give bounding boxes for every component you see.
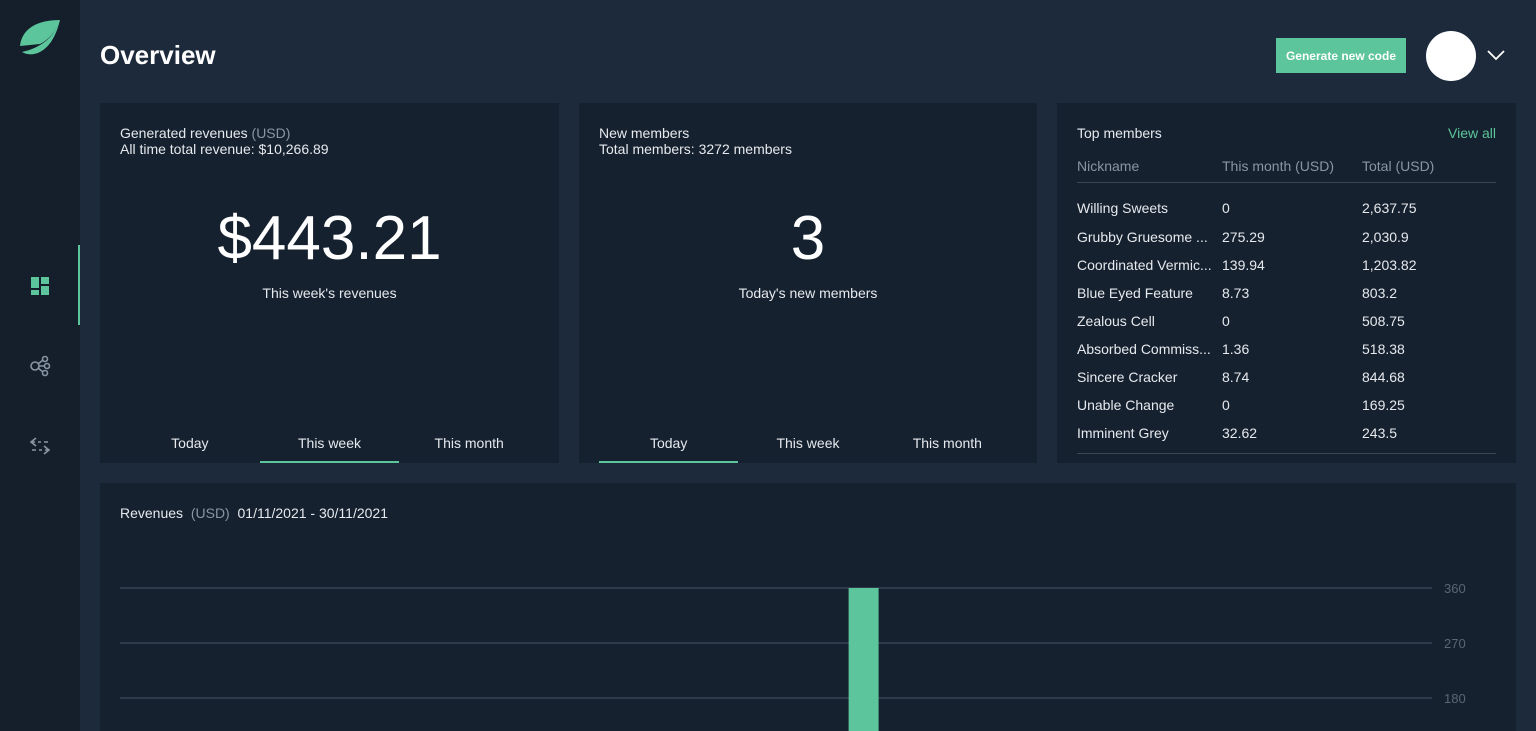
leaf-logo[interactable] [18, 18, 62, 60]
generate-new-code-button[interactable]: Generate new code [1276, 38, 1406, 73]
avatar[interactable] [1426, 31, 1476, 81]
y-tick-label: 180 [1444, 691, 1466, 706]
tab-today[interactable]: Today [599, 435, 739, 463]
column-header: This month (USD) [1222, 158, 1362, 183]
revenue-unit: (USD) [251, 125, 291, 141]
table-row[interactable]: Coordinated Vermic... 139.94 1,203.82 [1077, 251, 1496, 279]
table-cell: 2,030.9 [1362, 228, 1409, 245]
total-revenue: All time total revenue: $10,266.89 [120, 141, 329, 157]
total-members: Total members: 3272 members [599, 141, 792, 157]
top-members-card: Top members View all Nickname This month … [1057, 103, 1516, 463]
table-cell: 275.29 [1222, 228, 1265, 245]
table-cell: Absorbed Commiss... [1077, 340, 1211, 357]
top-members-title: Top members [1077, 125, 1162, 141]
table-cell: 803.2 [1362, 284, 1398, 301]
table-cell: 139.94 [1222, 256, 1265, 273]
table-cell: 169.25 [1362, 396, 1405, 413]
y-tick-label: 360 [1444, 581, 1466, 596]
table-cell: 0 [1222, 396, 1230, 413]
top-members-table: Nickname This month (USD) Total (USD) Will… [1077, 158, 1496, 447]
table-cell: 518.38 [1362, 340, 1405, 357]
tab-this-week[interactable]: This week [259, 435, 400, 463]
column-header: Total (USD) [1362, 158, 1496, 183]
table-row[interactable]: Willing Sweets 0 2,637.75 [1077, 183, 1496, 223]
table-row[interactable]: Absorbed Commiss... 1.36 518.38 [1077, 335, 1496, 363]
table-cell: Blue Eyed Feature [1077, 284, 1193, 301]
tab-this-month[interactable]: This month [878, 435, 1017, 463]
table-cell: 2,637.75 [1362, 199, 1417, 216]
table-cell: 8.74 [1222, 368, 1250, 385]
table-cell: Sincere Cracker [1077, 368, 1178, 385]
table-row[interactable]: Unable Change 0 169.25 [1077, 391, 1496, 419]
members-value: 3 [790, 204, 826, 273]
table-cell: Coordinated Vermic... [1077, 256, 1212, 273]
table-cell: Grubby Gruesome ... [1077, 228, 1208, 245]
sidebar [0, 0, 80, 731]
y-tick-label: 270 [1444, 636, 1466, 651]
table-cell: 32.62 [1222, 424, 1258, 441]
column-header: Nickname [1077, 158, 1222, 183]
table-cell: 508.75 [1362, 312, 1405, 329]
dashboard-icon[interactable] [28, 274, 52, 298]
tab-this-month[interactable]: This month [399, 435, 539, 463]
members-card: New members Total members: 3272 members … [579, 103, 1037, 463]
table-cell: 0 [1222, 199, 1230, 216]
table-cell: Imminent Grey [1077, 424, 1169, 441]
chevron-down-icon[interactable] [1486, 48, 1506, 62]
tab-this-week[interactable]: This week [738, 435, 877, 463]
table-cell: 8.73 [1222, 284, 1250, 301]
table-row[interactable]: Grubby Gruesome ... 275.29 2,030.9 [1077, 223, 1496, 251]
active-indicator [78, 245, 80, 325]
revenue-value: $443.21 [217, 204, 442, 273]
table-row[interactable]: Sincere Cracker 8.74 844.68 [1077, 363, 1496, 391]
members-tabs: Today This week This month [599, 435, 1017, 463]
transfer-icon[interactable] [28, 434, 52, 458]
table-cell: Unable Change [1077, 396, 1175, 413]
table-row[interactable]: Imminent Grey 32.62 243.5 [1077, 419, 1496, 447]
members-caption: Today's new members [738, 285, 878, 301]
table-cell: 243.5 [1362, 424, 1398, 441]
revenue-caption: This week's revenues [262, 285, 397, 301]
table-row[interactable]: Blue Eyed Feature 8.73 803.2 [1077, 279, 1496, 307]
revenue-title: Generated revenues [120, 125, 248, 141]
revenue-tabs: Today This week This month [120, 435, 539, 463]
page-title: Overview [100, 40, 216, 70]
table-cell: 0 [1222, 312, 1230, 329]
revenues-chart-card: Revenues (USD) 01/11/2021 - 30/11/2021 3… [100, 483, 1516, 731]
table-row[interactable]: Zealous Cell 0 508.75 [1077, 307, 1496, 335]
table-cell: Willing Sweets [1077, 199, 1169, 216]
table-cell: 1,203.82 [1362, 256, 1417, 273]
view-all-link[interactable]: View all [1448, 125, 1496, 141]
table-cell: 844.68 [1362, 368, 1405, 385]
revenue-bar[interactable] [848, 588, 879, 731]
table-cell: Zealous Cell [1077, 312, 1155, 329]
revenue-card: Generated revenues (USD) All time total … [100, 103, 559, 463]
members-title: New members [599, 125, 690, 141]
table-cell: 1.36 [1222, 340, 1250, 357]
revenues-bar-chart: 360 270 180 [120, 581, 1466, 731]
tab-today[interactable]: Today [120, 435, 260, 463]
share-icon[interactable] [28, 354, 52, 378]
